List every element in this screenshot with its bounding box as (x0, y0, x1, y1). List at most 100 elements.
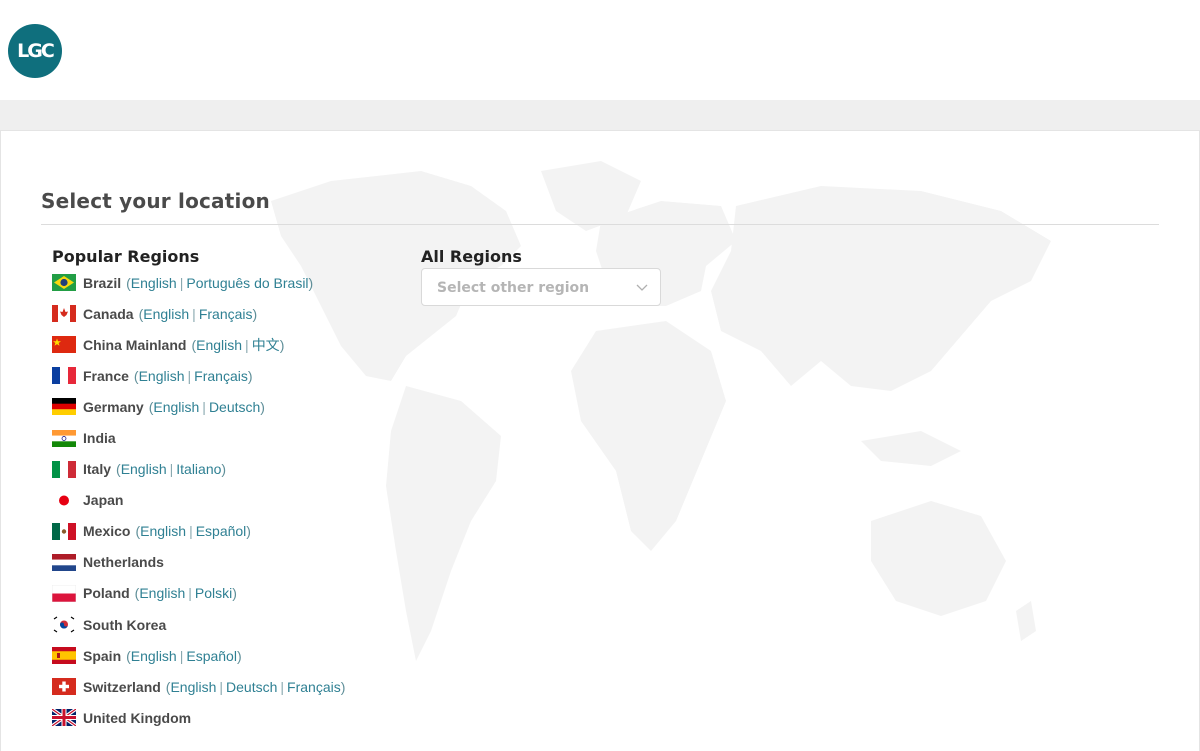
language-link[interactable]: Português do Brasil (186, 275, 308, 291)
close-paren: ) (308, 274, 314, 291)
country-link[interactable]: Japan (83, 492, 123, 508)
language-separator: | (169, 461, 174, 478)
france-flag-icon (52, 367, 76, 385)
country-item: Spain(English | Español) (52, 640, 345, 671)
country-link[interactable]: Netherlands (83, 554, 164, 570)
south-korea-flag-icon (52, 616, 76, 634)
site-header: LGC (0, 0, 1200, 100)
region-select[interactable]: Select other region (421, 268, 661, 306)
country-item: Canada(English | Français) (52, 298, 345, 329)
country-link[interactable]: China Mainland (83, 337, 186, 353)
language-link[interactable]: Deutsch (209, 399, 260, 415)
country-link[interactable]: Switzerland (83, 679, 161, 695)
language-separator: | (189, 523, 193, 540)
language-link[interactable]: 中文 (252, 335, 280, 355)
close-paren: ) (340, 678, 346, 695)
region-select-placeholder: Select other region (437, 280, 590, 296)
language-link[interactable]: Français (287, 679, 341, 695)
header-band (0, 100, 1200, 130)
language-link[interactable]: English (140, 523, 186, 539)
country-item: Netherlands (52, 547, 345, 578)
language-link[interactable]: Español (186, 648, 237, 664)
popular-regions-heading: Popular Regions (52, 247, 200, 266)
country-item: Mexico(English | Español) (52, 516, 345, 547)
country-item: Italy(English | Italiano) (52, 454, 345, 485)
language-separator: | (280, 678, 285, 695)
language-link[interactable]: English (131, 275, 177, 291)
language-separator: | (202, 398, 206, 415)
language-link[interactable]: English (139, 368, 185, 384)
lgc-logo[interactable]: LGC (8, 24, 62, 78)
language-separator: | (179, 647, 184, 664)
india-flag-icon (52, 429, 76, 447)
country-item: Poland(English | Polski) (52, 578, 345, 609)
country-link[interactable]: United Kingdom (83, 710, 191, 726)
popular-regions-list: Brazil(English | Português do Brasil) Canad… (52, 267, 345, 733)
country-item: South Korea (52, 609, 345, 640)
all-regions-heading: All Regions (421, 247, 522, 266)
brazil-flag-icon (52, 274, 76, 292)
country-link[interactable]: South Korea (83, 617, 166, 633)
country-link[interactable]: France (83, 368, 129, 384)
language-link[interactable]: English (196, 337, 242, 353)
country-link[interactable]: Spain (83, 648, 121, 664)
country-link[interactable]: Brazil (83, 275, 121, 291)
language-link[interactable]: English (139, 585, 185, 601)
country-link[interactable]: Mexico (83, 523, 130, 539)
language-separator: | (245, 336, 249, 353)
language-separator: | (219, 678, 224, 695)
country-item: India (52, 422, 345, 453)
page-title: Select your location (41, 189, 270, 213)
germany-flag-icon (52, 398, 76, 416)
language-separator: | (192, 305, 196, 322)
close-paren: ) (236, 647, 242, 664)
country-item: France(English | Français) (52, 360, 345, 391)
country-item: United Kingdom (52, 702, 345, 733)
country-link[interactable]: India (83, 430, 116, 446)
switzerland-flag-icon (52, 678, 76, 696)
poland-flag-icon (52, 584, 76, 602)
logo-text: LGC (17, 40, 55, 62)
language-link[interactable]: Français (194, 368, 248, 384)
language-link[interactable]: English (153, 399, 199, 415)
country-link[interactable]: Poland (83, 585, 130, 601)
location-panel: Select your location Popular Regions All… (0, 130, 1200, 751)
language-separator: | (179, 274, 184, 291)
language-link[interactable]: Español (196, 523, 247, 539)
country-link[interactable]: Germany (83, 399, 144, 415)
chevron-down-icon (636, 284, 648, 291)
uk-flag-icon (52, 709, 76, 727)
language-separator: | (187, 367, 192, 384)
country-item: Germany(English | Deutsch) (52, 391, 345, 422)
close-paren: ) (221, 461, 227, 478)
country-item: China Mainland(English | 中文) (52, 329, 345, 360)
country-item: Switzerland(English | Deutsch | Français) (52, 671, 345, 702)
language-link[interactable]: English (143, 306, 189, 322)
language-link[interactable]: English (121, 461, 167, 477)
language-link[interactable]: Polski (195, 585, 232, 601)
country-item: Brazil(English | Português do Brasil) (52, 267, 345, 298)
close-paren: ) (260, 398, 265, 415)
language-link[interactable]: Deutsch (226, 679, 277, 695)
japan-flag-icon (52, 491, 76, 509)
country-item: Japan (52, 485, 345, 516)
china-flag-icon (52, 336, 76, 354)
language-link[interactable]: Italiano (176, 461, 221, 477)
close-paren: ) (252, 305, 258, 322)
close-paren: ) (246, 523, 251, 540)
title-divider (41, 224, 1159, 225)
language-link[interactable]: English (170, 679, 216, 695)
country-link[interactable]: Italy (83, 461, 111, 477)
italy-flag-icon (52, 460, 76, 478)
language-link[interactable]: Français (199, 306, 253, 322)
language-link[interactable]: English (131, 648, 177, 664)
canada-flag-icon (52, 305, 76, 323)
close-paren: ) (279, 336, 285, 353)
netherlands-flag-icon (52, 553, 76, 571)
spain-flag-icon (52, 647, 76, 665)
country-link[interactable]: Canada (83, 306, 134, 322)
close-paren: ) (232, 585, 237, 602)
close-paren: ) (247, 367, 253, 384)
language-separator: | (188, 585, 192, 602)
mexico-flag-icon (52, 522, 76, 540)
